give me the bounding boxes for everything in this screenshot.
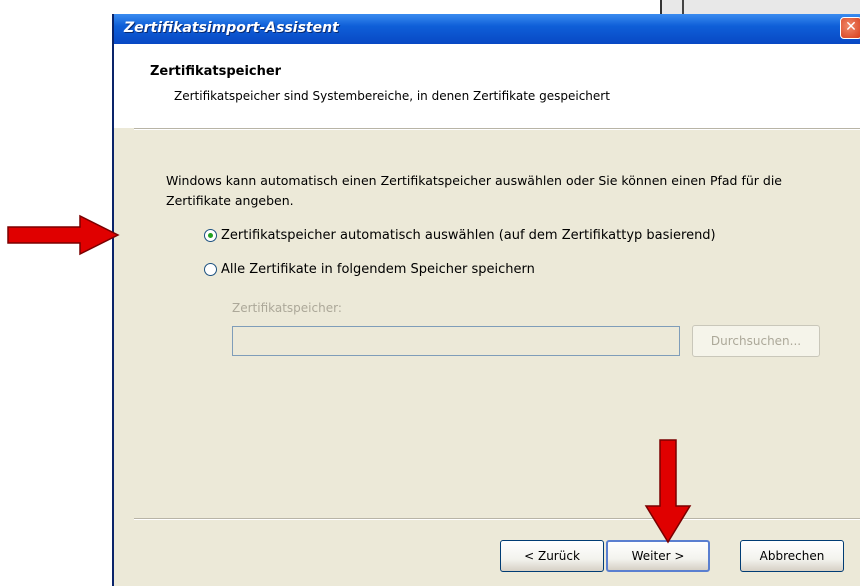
- wizard-header: Zertifikatspeicher Zertifikatspeicher si…: [114, 44, 860, 128]
- store-field: [232, 326, 680, 356]
- store-field-label: Zertifikatspeicher:: [232, 301, 342, 315]
- radio-manual-store-circle[interactable]: [204, 263, 217, 276]
- radio-selected-dot: [208, 233, 213, 238]
- annotation-arrow-right-icon: [7, 214, 120, 256]
- certificate-import-wizard-dialog: Zertifikatsimport-Assistent ✕ Zertifikat…: [112, 14, 860, 586]
- cancel-button[interactable]: Abbrechen: [740, 540, 844, 572]
- page-subtitle: Zertifikatspeicher sind Systembereiche, …: [174, 89, 610, 103]
- radio-manual-store[interactable]: Alle Zertifikate in folgendem Speicher s…: [204, 262, 535, 277]
- footer-divider: [134, 518, 860, 520]
- browse-button: Durchsuchen...: [692, 325, 820, 357]
- close-icon: ✕: [845, 19, 857, 35]
- radio-auto-select[interactable]: Zertifikatspeicher automatisch auswählen…: [204, 228, 716, 243]
- radio-manual-store-label[interactable]: Alle Zertifikate in folgendem Speicher s…: [221, 262, 535, 277]
- page-title: Zertifikatspeicher: [150, 64, 282, 79]
- back-button[interactable]: < Zurück: [500, 540, 604, 572]
- radio-auto-select-label[interactable]: Zertifikatspeicher automatisch auswählen…: [221, 228, 716, 243]
- store-description: Windows kann automatisch einen Zertifika…: [166, 173, 782, 208]
- close-button[interactable]: ✕: [840, 17, 860, 39]
- title-bar[interactable]: Zertifikatsimport-Assistent ✕: [114, 14, 860, 44]
- radio-auto-select-circle[interactable]: [204, 229, 217, 242]
- annotation-arrow-down-icon: [644, 439, 692, 544]
- dialog-title: Zertifikatsimport-Assistent: [124, 20, 339, 36]
- header-divider: [134, 128, 860, 130]
